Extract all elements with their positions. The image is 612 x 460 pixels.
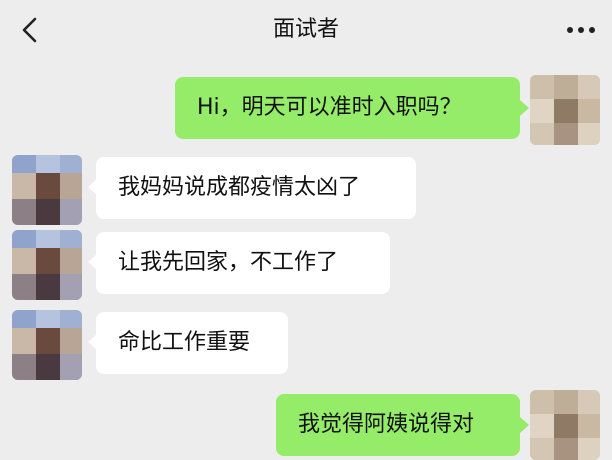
message-text: Hi，明天可以准时入职吗？	[197, 95, 462, 120]
message-row: 我妈妈说成都疫情太凶了	[0, 155, 612, 225]
message-row: Hi，明天可以准时入职吗？	[0, 75, 612, 150]
more-dots-icon	[567, 27, 595, 33]
message-bubble-other[interactable]: 我妈妈说成都疫情太凶了	[96, 157, 416, 219]
message-row: 让我先回家，不工作了	[0, 230, 612, 300]
chat-title: 面试者	[272, 17, 339, 42]
message-text: 我妈妈说成都疫情太凶了	[118, 175, 361, 200]
message-row: 命比工作重要	[0, 310, 612, 380]
avatar-self[interactable]	[530, 75, 600, 145]
message-bubble-self[interactable]: 我觉得阿姨说得对	[276, 394, 520, 456]
avatar-self[interactable]	[530, 390, 600, 460]
message-text: 让我先回家，不工作了	[118, 250, 339, 275]
chevron-left-icon	[22, 17, 37, 43]
message-bubble-self[interactable]: Hi，明天可以准时入职吗？	[175, 77, 520, 139]
message-text: 我觉得阿姨说得对	[298, 412, 475, 437]
more-button[interactable]	[564, 14, 598, 46]
avatar-other[interactable]	[12, 230, 82, 300]
bubble-tail	[520, 100, 529, 116]
chat-header: 面试者	[0, 0, 612, 60]
avatar-other[interactable]	[12, 310, 82, 380]
bubble-tail	[520, 417, 529, 433]
message-bubble-other[interactable]: 让我先回家，不工作了	[96, 232, 390, 294]
message-row: 我觉得阿姨说得对	[0, 390, 612, 460]
avatar-other[interactable]	[12, 155, 82, 225]
message-bubble-other[interactable]: 命比工作重要	[96, 312, 288, 374]
message-text: 命比工作重要	[118, 330, 251, 355]
back-button[interactable]	[14, 14, 46, 46]
